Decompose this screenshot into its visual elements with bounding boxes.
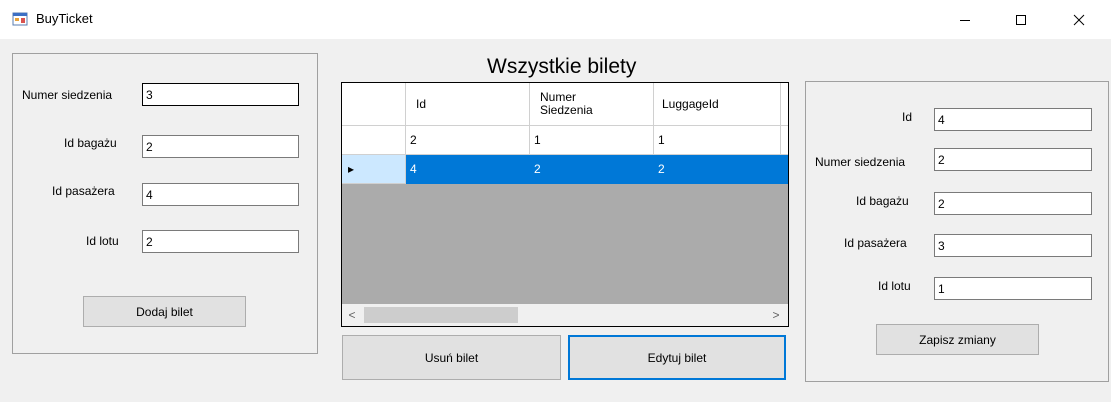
- grid-corner-header[interactable]: [342, 83, 406, 126]
- edit-id-label: Id: [902, 110, 913, 124]
- scroll-thumb[interactable]: [364, 307, 518, 323]
- cell-seat[interactable]: 2: [530, 155, 654, 184]
- cell-id[interactable]: 4: [406, 155, 530, 184]
- scroll-left-icon[interactable]: <: [342, 304, 362, 326]
- cell-overflow: [781, 155, 788, 184]
- close-icon: [1073, 14, 1085, 25]
- edit-id-input[interactable]: [934, 108, 1092, 131]
- column-header-seat[interactable]: Numer Siedzenia: [530, 83, 654, 126]
- luggage-id-label: Id bagażu: [64, 136, 117, 150]
- tickets-heading: Wszystkie bilety: [487, 55, 637, 78]
- minimize-icon: [960, 19, 970, 21]
- close-button[interactable]: [1056, 0, 1102, 39]
- edit-seat-number-label: Numer siedzenia: [815, 155, 906, 169]
- edit-seat-number-input[interactable]: [934, 148, 1092, 171]
- cell-id[interactable]: 2: [406, 126, 530, 155]
- column-header-overflow: [781, 83, 788, 126]
- flight-id-input[interactable]: [142, 230, 299, 253]
- edit-flight-id-label: Id lotu: [878, 279, 911, 293]
- column-header-id[interactable]: Id: [406, 83, 530, 126]
- cell-seat[interactable]: 1: [530, 126, 654, 155]
- row-header-cell[interactable]: [342, 126, 406, 155]
- edit-luggage-id-input[interactable]: [934, 192, 1092, 215]
- maximize-button[interactable]: [998, 0, 1044, 39]
- edit-passenger-id-label: Id pasażera: [844, 236, 907, 250]
- edit-ticket-button[interactable]: Edytuj bilet: [568, 335, 786, 380]
- grid-header-row: Id Numer Siedzenia LuggageId: [342, 83, 788, 126]
- maximize-icon: [1016, 14, 1026, 25]
- delete-ticket-button[interactable]: Usuń bilet: [342, 335, 561, 380]
- current-row-arrow-icon: ▸: [348, 162, 355, 176]
- app-window-icon: [12, 11, 28, 27]
- column-header-luggage-id[interactable]: LuggageId: [654, 83, 781, 126]
- row-indicator-cell[interactable]: ▸: [342, 155, 406, 184]
- cell-overflow: [781, 126, 788, 155]
- window-title: BuyTicket: [36, 11, 93, 26]
- flight-id-label: Id lotu: [86, 234, 119, 248]
- edit-luggage-id-label: Id bagażu: [856, 194, 909, 208]
- passenger-id-input[interactable]: [142, 183, 299, 206]
- seat-number-label: Numer siedzenia: [22, 88, 113, 102]
- seat-number-input[interactable]: [142, 83, 299, 106]
- tickets-grid[interactable]: Id Numer Siedzenia LuggageId 2 1 1 ▸ 4 2…: [341, 82, 789, 327]
- add-ticket-button[interactable]: Dodaj bilet: [83, 296, 246, 327]
- scroll-right-icon[interactable]: >: [766, 304, 786, 326]
- minimize-button[interactable]: [942, 0, 988, 39]
- passenger-id-label: Id pasażera: [52, 184, 115, 198]
- cell-luggage-id[interactable]: 1: [654, 126, 781, 155]
- cell-luggage-id[interactable]: 2: [654, 155, 781, 184]
- edit-passenger-id-input[interactable]: [934, 234, 1092, 257]
- horizontal-scrollbar[interactable]: < >: [342, 304, 788, 326]
- luggage-id-input[interactable]: [142, 135, 299, 158]
- save-changes-button[interactable]: Zapisz zmiany: [876, 324, 1039, 355]
- title-bar: BuyTicket: [0, 0, 1111, 39]
- edit-flight-id-input[interactable]: [934, 277, 1092, 300]
